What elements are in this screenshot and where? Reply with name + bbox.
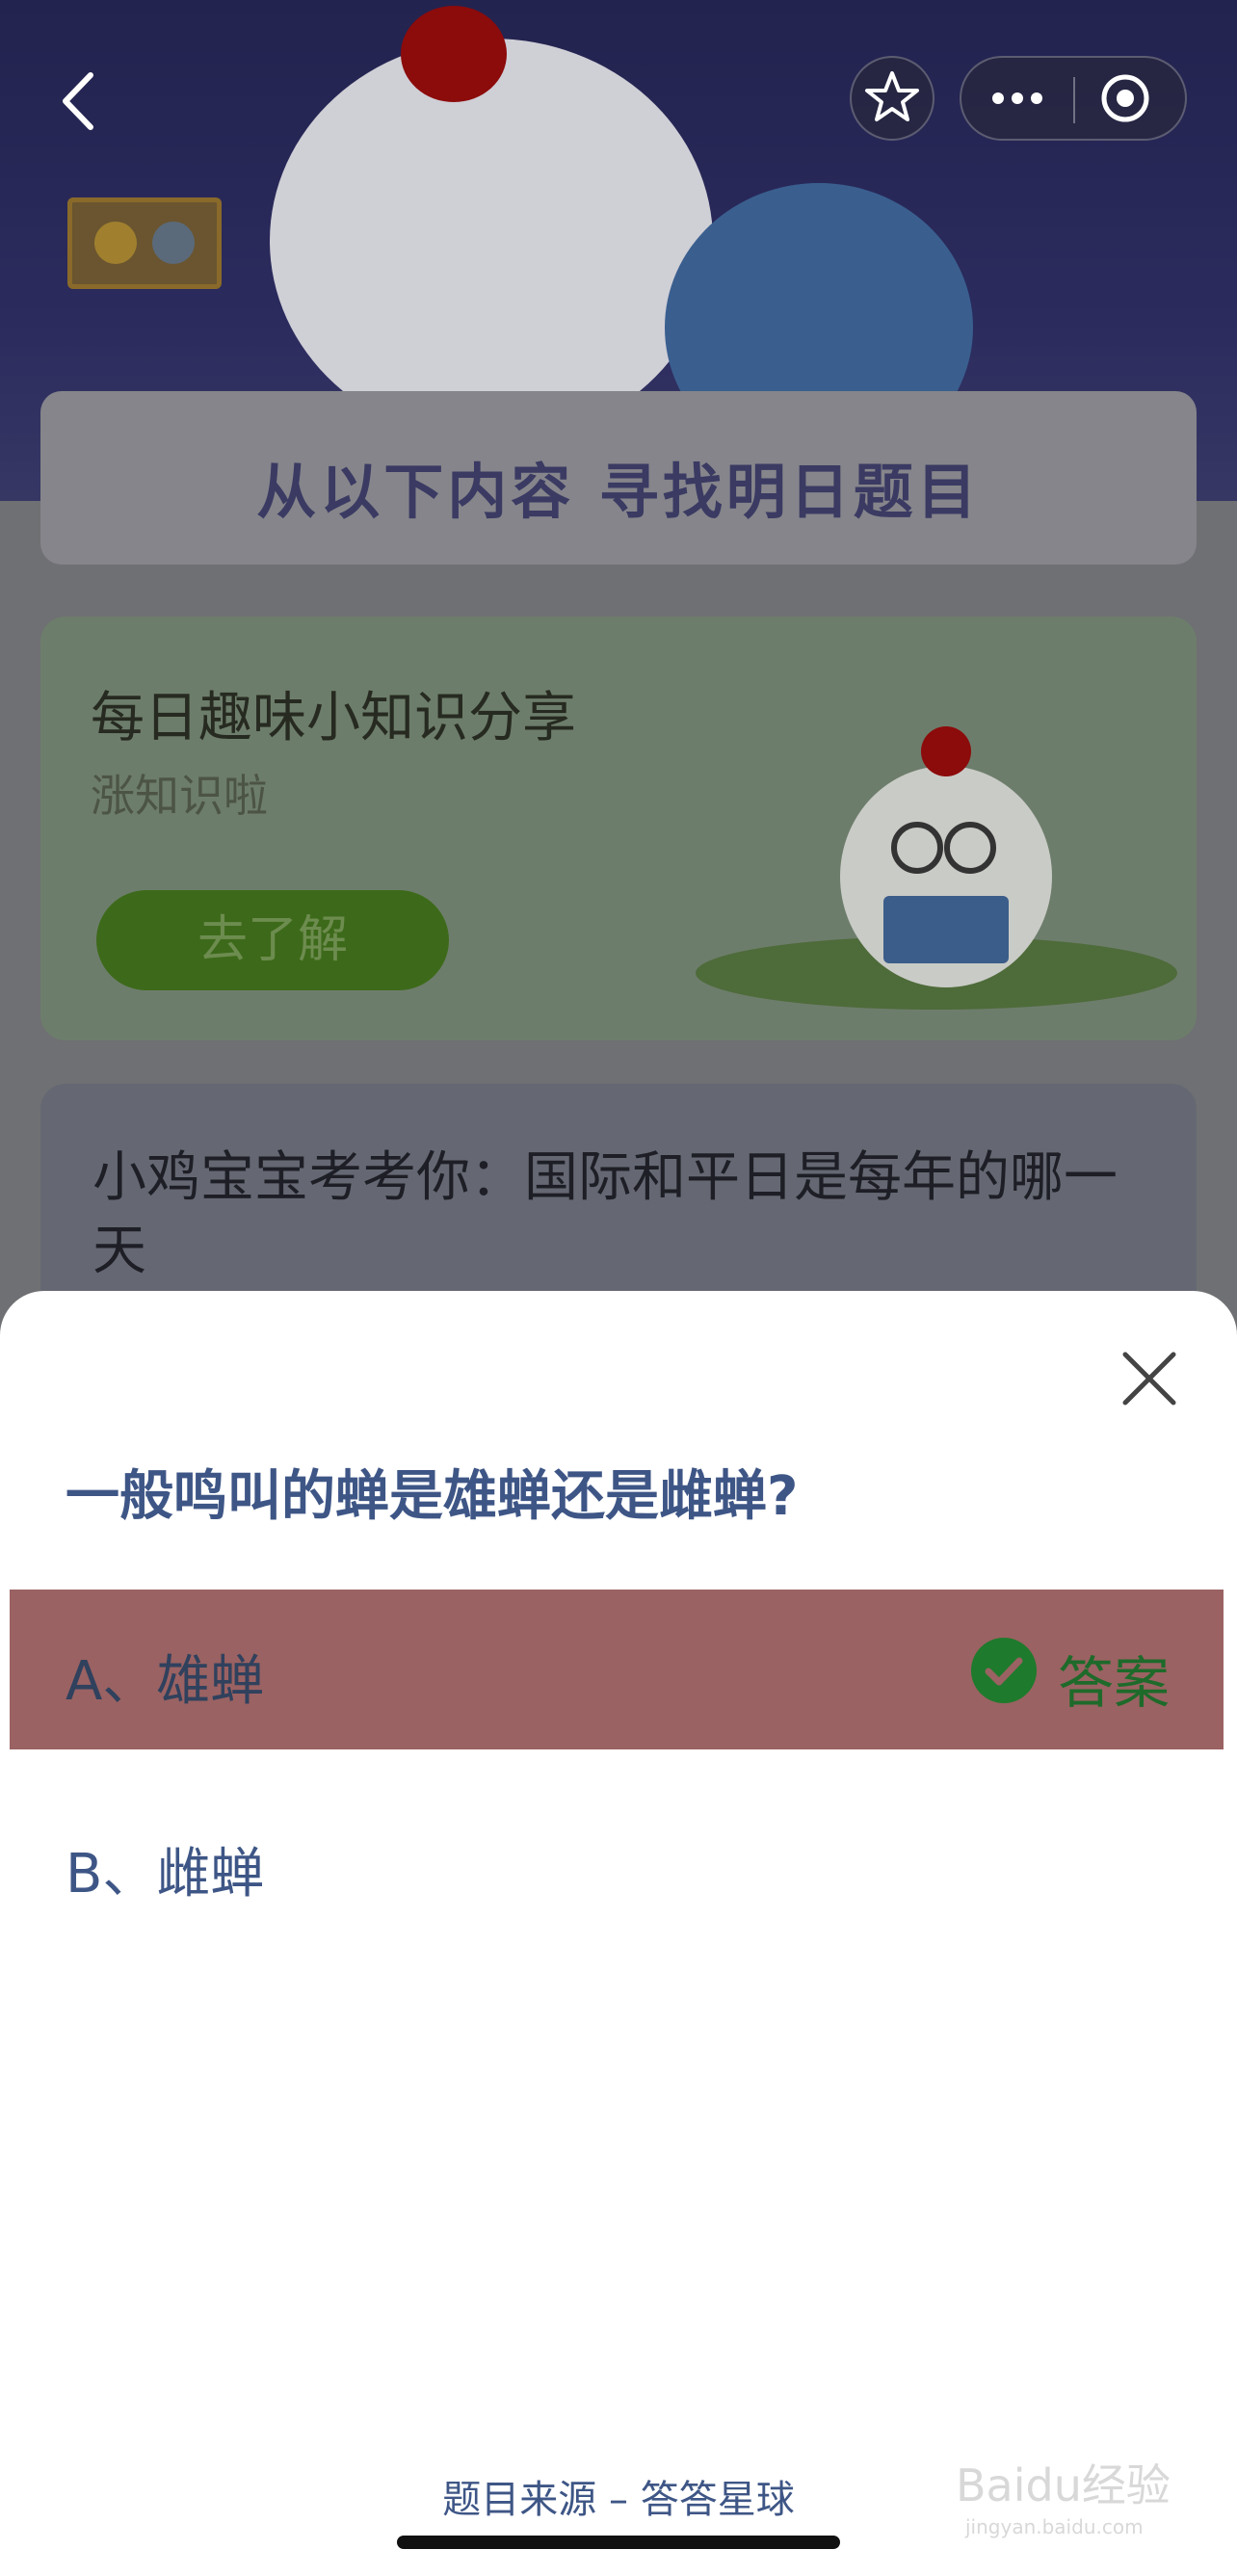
chick-mascot-illustration <box>270 39 713 443</box>
back-arrow-icon[interactable] <box>54 67 102 135</box>
close-icon[interactable] <box>1119 1349 1179 1408</box>
option-label: A、雄蝉 <box>66 1650 265 1713</box>
daily-question-text: 小鸡宝宝考考你：国际和平日是每年的哪一天 <box>92 1146 1118 1282</box>
reading-chick-illustration <box>676 684 1177 1012</box>
knowledge-share-card[interactable]: 每日趣味小知识分享 涨知识啦 去了解 <box>40 617 1197 1040</box>
medal-board-illustration <box>67 197 222 289</box>
question-title: 一般鸣叫的蝉是雄蝉还是雌蝉? <box>66 1465 799 1528</box>
option-a-row[interactable]: A、雄蝉 答案 <box>10 1590 1224 1749</box>
banner-title: 从以下内容 寻找明日题目 <box>256 457 981 527</box>
mini-program-capsule <box>960 56 1187 141</box>
learn-more-button[interactable]: 去了解 <box>96 890 449 990</box>
answer-badge-label: 答案 <box>1058 1650 1171 1716</box>
answer-bottom-sheet: 一般鸣叫的蝉是雄蝉还是雌蝉? A、雄蝉 答案 B、雌蝉 题目来源 – 答答星球 … <box>0 1291 1237 2576</box>
svg-text:jingyan.baidu.com: jingyan.baidu.com <box>964 2515 1144 2538</box>
baidu-watermark-logo: Baidu经验 jingyan.baidu.com <box>946 2433 1177 2549</box>
more-dots-icon[interactable] <box>961 58 1073 139</box>
target-icon[interactable] <box>1075 58 1185 139</box>
check-circle-icon <box>971 1638 1037 1703</box>
option-b-row[interactable]: B、雌蝉 <box>66 1830 264 1908</box>
home-indicator <box>397 2536 840 2549</box>
star-check-icon[interactable] <box>850 56 934 141</box>
card-title: 每日趣味小知识分享 <box>91 687 576 749</box>
card-subtitle: 涨知识啦 <box>91 770 268 822</box>
chick-comb-illustration <box>401 6 507 102</box>
svg-text:Baidu经验: Baidu经验 <box>956 2459 1171 2511</box>
